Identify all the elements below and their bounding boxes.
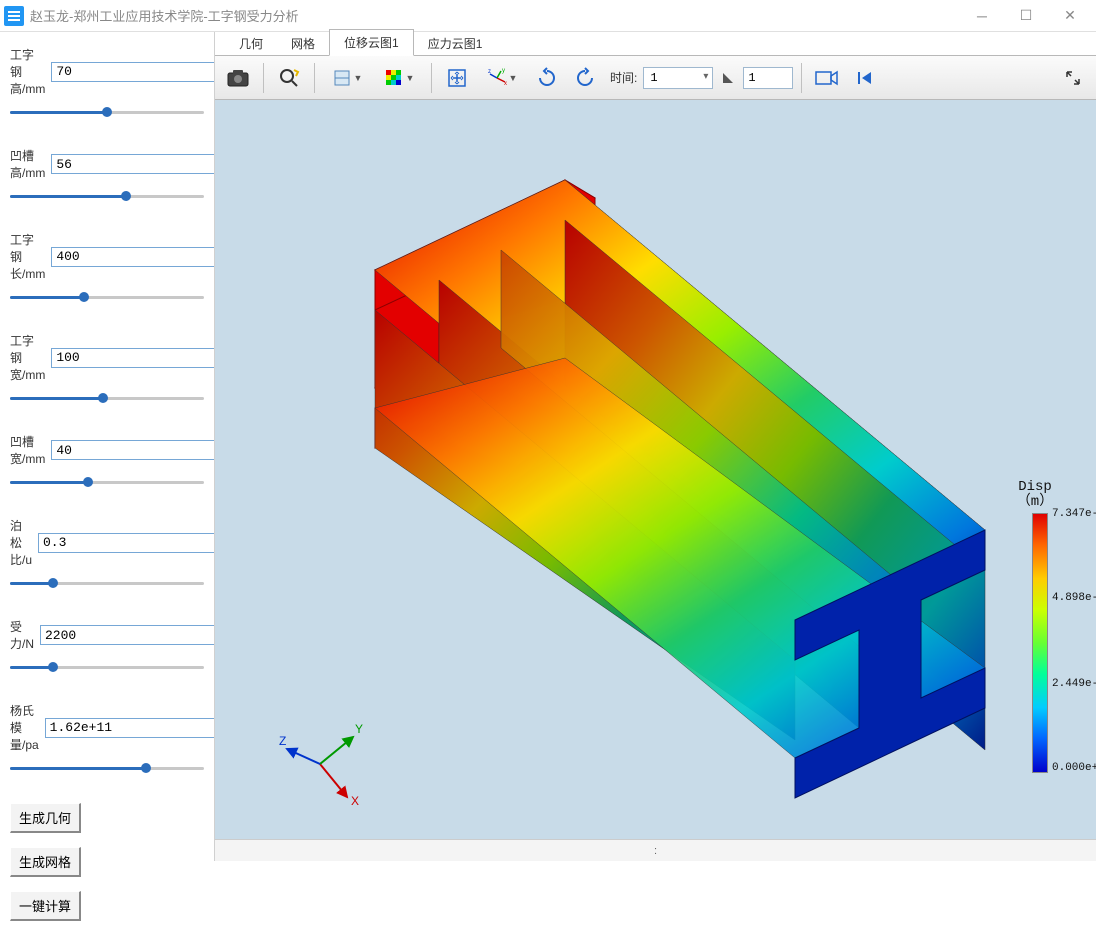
beam-render (265, 120, 1025, 820)
param-youngs: 杨氏模量/pa (10, 702, 204, 775)
tab-geometry[interactable]: 几何 (225, 31, 277, 56)
camera-icon[interactable] (810, 61, 844, 95)
frame-spinner[interactable]: 1 (743, 67, 793, 89)
generate-mesh-button[interactable]: 生成网格 (10, 847, 81, 877)
window-title: 赵玉龙-郑州工业应用技术学院-工字钢受力分析 (30, 6, 960, 25)
time-select[interactable]: 1 (643, 67, 713, 89)
param-slider-youngs[interactable] (10, 761, 204, 775)
param-groove-height: 凹槽高/mm (10, 147, 204, 203)
close-button[interactable]: ✕ (1048, 1, 1092, 31)
param-length: 工字钢长/mm (10, 231, 204, 304)
param-label: 工字钢高/mm (10, 46, 45, 97)
param-label: 杨氏模量/pa (10, 702, 39, 753)
rotate-cw-button[interactable] (568, 61, 602, 95)
param-height: 工字钢高/mm (10, 46, 204, 119)
rotate-ccw-button[interactable] (530, 61, 564, 95)
orientation-triad: X Y Z (275, 719, 365, 809)
reset-zoom-button[interactable] (272, 61, 306, 95)
svg-text:z: z (488, 69, 491, 75)
param-label: 泊松比/u (10, 517, 32, 568)
param-force: 受力/N (10, 618, 204, 674)
fit-view-button[interactable] (440, 61, 474, 95)
svg-text:X: X (351, 794, 359, 808)
status-bar: : (215, 839, 1096, 861)
minimize-button[interactable]: ─ (960, 1, 1004, 31)
color-legend: Disp（m） 7.347e-05 4.898e-05 2.449e-05 0.… (990, 480, 1080, 773)
3d-viewport[interactable]: X Y Z Disp（m） 7.347e-05 4.898e-05 2.449e… (215, 100, 1096, 839)
time-label: 时间: (610, 69, 637, 86)
parameter-panel: 工字钢高/mm 凹槽高/mm 工字钢长/mm (0, 32, 214, 861)
axes-view-dropdown[interactable]: xyz▼ (478, 61, 526, 95)
app-icon (4, 6, 24, 26)
param-slider-length[interactable] (10, 290, 204, 304)
param-slider-poisson[interactable] (10, 576, 204, 590)
param-groove-width: 凹槽宽/mm (10, 433, 204, 489)
param-slider-width[interactable] (10, 391, 204, 405)
param-input-youngs[interactable] (45, 718, 223, 738)
colormap-dropdown[interactable]: ▼ (375, 61, 423, 95)
view-tabs: 几何 网格 位移云图1 应力云图1 (215, 32, 1096, 56)
param-slider-groove-width[interactable] (10, 475, 204, 489)
param-input-force[interactable] (40, 625, 218, 645)
param-slider-groove-height[interactable] (10, 189, 204, 203)
param-label: 凹槽高/mm (10, 147, 45, 181)
param-slider-force[interactable] (10, 660, 204, 674)
svg-text:y: y (502, 68, 505, 74)
param-label: 工字钢宽/mm (10, 332, 45, 383)
param-label: 工字钢长/mm (10, 231, 45, 282)
param-input-groove-height[interactable] (51, 154, 229, 174)
expand-icon[interactable] (1056, 61, 1090, 95)
tab-mesh[interactable]: 网格 (277, 31, 329, 56)
param-input-width[interactable] (51, 348, 229, 368)
maximize-button[interactable]: ☐ (1004, 1, 1048, 31)
svg-text:x: x (504, 81, 507, 87)
screenshot-button[interactable] (221, 61, 255, 95)
param-input-groove-width[interactable] (51, 440, 229, 460)
param-width: 工字钢宽/mm (10, 332, 204, 405)
viewer-toolbar: ▼ ▼ xyz▼ 时间: 1 (215, 56, 1096, 100)
tab-displacement[interactable]: 位移云图1 (329, 29, 414, 56)
frame-end-icon[interactable] (717, 61, 739, 95)
param-poisson: 泊松比/u (10, 517, 204, 590)
clip-dropdown[interactable]: ▼ (323, 61, 371, 95)
svg-text:Y: Y (355, 722, 363, 736)
titlebar: 赵玉龙-郑州工业应用技术学院-工字钢受力分析 ─ ☐ ✕ (0, 0, 1096, 32)
param-slider-height[interactable] (10, 105, 204, 119)
param-input-height[interactable] (51, 62, 229, 82)
param-label: 受力/N (10, 618, 34, 652)
tab-stress[interactable]: 应力云图1 (414, 31, 497, 56)
param-input-poisson[interactable] (38, 533, 216, 553)
compute-button[interactable]: 一键计算 (10, 891, 81, 921)
generate-geometry-button[interactable]: 生成几何 (10, 803, 81, 833)
first-frame-button[interactable] (848, 61, 882, 95)
param-label: 凹槽宽/mm (10, 433, 45, 467)
svg-text:Z: Z (279, 734, 286, 748)
param-input-length[interactable] (51, 247, 229, 267)
